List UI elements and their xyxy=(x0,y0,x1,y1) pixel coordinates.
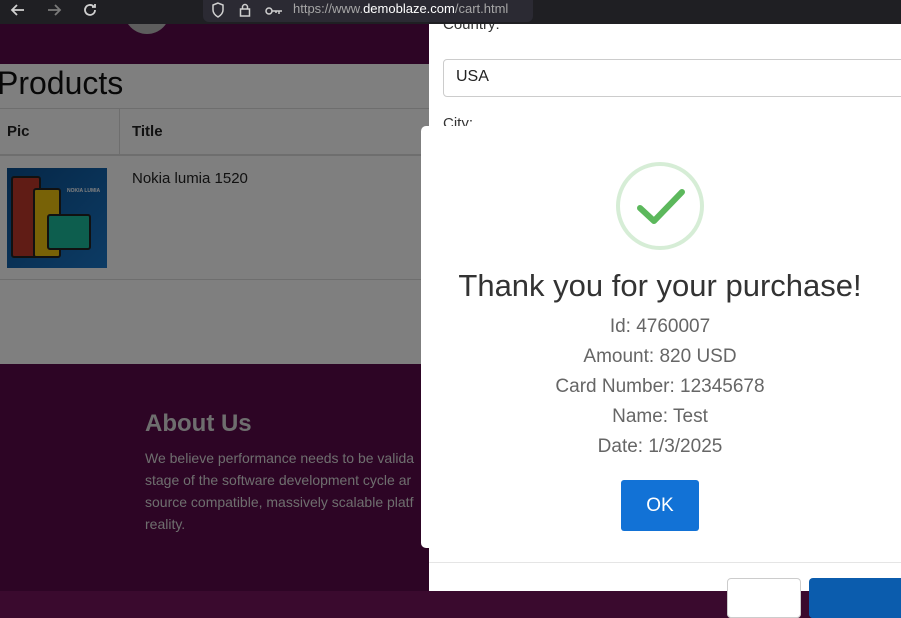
order-date: Date: 1/3/2025 xyxy=(597,436,723,457)
url-text: https://www.demoblaze.com/cart.html xyxy=(293,1,509,16)
back-icon[interactable] xyxy=(8,2,28,22)
ok-button[interactable]: OK xyxy=(621,480,699,531)
forward-icon[interactable] xyxy=(44,2,64,22)
shield-icon[interactable] xyxy=(211,2,225,23)
order-modal-footer xyxy=(429,548,901,618)
address-bar[interactable]: https://www.demoblaze.com/cart.html xyxy=(203,0,533,22)
country-field[interactable]: USA xyxy=(443,59,901,97)
order-amount: Amount: 820 USD xyxy=(583,346,737,367)
order-id: Id: 4760007 xyxy=(609,316,711,337)
order-modal-top-visible: Country: USA City: xyxy=(429,16,901,132)
browser-toolbar: https://www.demoblaze.com/cart.html xyxy=(0,0,901,24)
key-icon[interactable] xyxy=(265,4,283,22)
customer-name: Name: Test xyxy=(612,406,708,427)
reload-icon[interactable] xyxy=(80,2,100,22)
success-check-icon xyxy=(616,162,704,250)
purchase-button[interactable] xyxy=(809,578,901,618)
card-number: Card Number: 12345678 xyxy=(555,376,765,397)
lock-icon[interactable] xyxy=(239,2,251,23)
purchase-success-dialog: Thank you for your purchase! Id: 4760007… xyxy=(421,126,901,548)
close-button[interactable] xyxy=(727,578,801,618)
dialog-title: Thank you for your purchase! xyxy=(458,268,862,303)
